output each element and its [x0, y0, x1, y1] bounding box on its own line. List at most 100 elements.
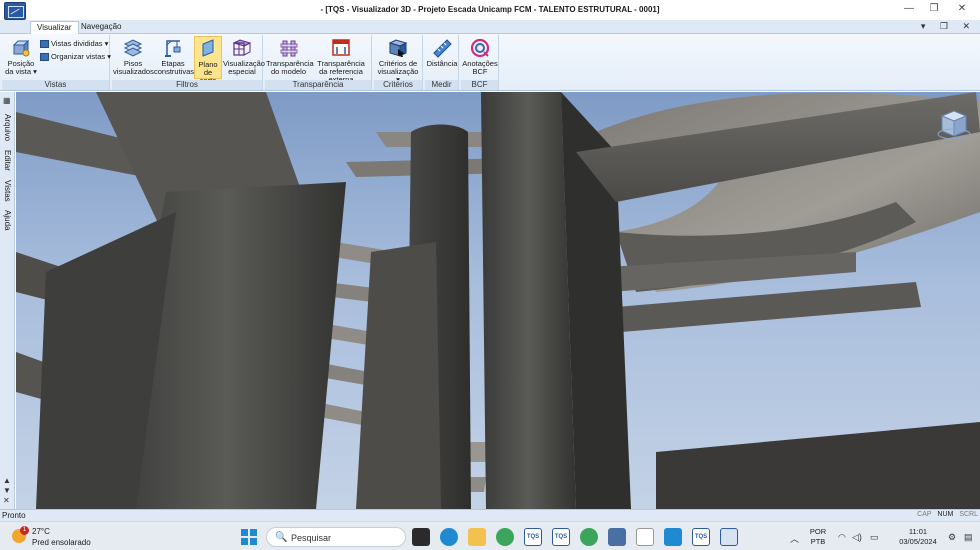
external-reference-icon: [332, 39, 350, 56]
vistas-divididas-button[interactable]: Vistas divididas ▾: [40, 38, 108, 49]
cap-indicator: CAP: [917, 511, 932, 518]
3d-viewport[interactable]: [16, 92, 980, 509]
especial-label: Visualização especial: [223, 59, 265, 76]
group-transparencia: Transparência do modelo Transparência da…: [265, 35, 372, 90]
language-indicator[interactable]: POR: [806, 527, 830, 536]
start-tile-icon: [250, 529, 257, 536]
start-tile-icon: [241, 538, 248, 545]
dock-scroll-up-icon[interactable]: ▲: [3, 476, 11, 485]
search-icon: 🔍: [275, 532, 288, 543]
clock-time[interactable]: 11:01: [896, 527, 940, 536]
calculator-icon[interactable]: [608, 528, 626, 546]
chrome-browser-icon[interactable]: [496, 528, 514, 546]
close-button[interactable]: ✕: [950, 2, 974, 16]
dock-pin-icon[interactable]: ▦: [3, 96, 11, 105]
file-explorer-icon[interactable]: [468, 528, 486, 546]
battery-icon[interactable]: ▭: [870, 532, 879, 543]
group-label-filtros: Filtros: [112, 80, 262, 90]
group-medir: Distância Medir: [425, 35, 459, 90]
maximize-button[interactable]: ❐: [922, 2, 946, 16]
task-view-icon[interactable]: [412, 528, 430, 546]
left-dock-panel: ▦ Arquivo Editar Vistas Ajuda ▲ ▼ ✕: [0, 92, 15, 509]
dock-item-arquivo[interactable]: Arquivo: [3, 114, 12, 141]
group-label-criterios: Critérios: [374, 80, 422, 90]
dock-item-ajuda[interactable]: Ajuda: [3, 210, 12, 230]
3d-scene: [16, 92, 980, 509]
dock-item-vistas[interactable]: Vistas: [3, 180, 12, 202]
chrome-profile-icon[interactable]: [580, 528, 598, 546]
transparencia-referencia-externa-button[interactable]: Transparência da referencia externa: [312, 36, 370, 84]
distancia-button[interactable]: Distância: [426, 36, 458, 79]
group-label-medir: Medir: [425, 80, 458, 90]
plano-de-corte-button[interactable]: Plano de corte: [194, 36, 222, 85]
arrange-views-icon: [40, 53, 49, 62]
group-label-vistas: Vistas: [2, 80, 109, 90]
ribbon-tab-bar: Visualizar Navegação ▾ ❐ ✕: [0, 20, 980, 34]
notification-badge: 1: [20, 526, 29, 535]
vistas-divididas-label: Vistas divididas ▾: [51, 39, 109, 48]
transparencia-do-modelo-button[interactable]: Transparência do modelo: [266, 36, 314, 79]
scrl-indicator: SCRL: [959, 511, 978, 518]
settings-gear-icon[interactable]: ⚙: [948, 532, 956, 543]
tqs-app-icon[interactable]: TQS: [692, 528, 710, 546]
mdi-window-controls[interactable]: ▾ ❐ ✕: [921, 21, 976, 32]
clock-date[interactable]: 03/05/2024: [896, 537, 940, 546]
inner-column: [356, 242, 441, 509]
anotacoes-label: Anotações BCF: [462, 59, 498, 76]
group-label-transparencia: Transparência: [265, 80, 371, 90]
volume-icon[interactable]: ◁): [852, 532, 862, 543]
tqs-app-icon[interactable]: TQS: [524, 528, 542, 546]
tqs-app-icon[interactable]: TQS: [552, 528, 570, 546]
title-bar: - [TQS - Visualizador 3D - Projeto Escad…: [0, 0, 980, 20]
status-bar: Pronto CAP NUM SCRL: [0, 509, 980, 521]
floors-icon: [123, 39, 143, 57]
etapas-construtivas-button[interactable]: Etapas construtivas: [154, 36, 195, 79]
group-bcf: Anotações BCF BCF: [461, 35, 499, 90]
tab-visualizar[interactable]: Visualizar: [30, 21, 79, 34]
document-icon[interactable]: [636, 528, 654, 546]
dock-item-editar[interactable]: Editar: [3, 150, 12, 171]
application-window: - [TQS - Visualizador 3D - Projeto Escad…: [0, 0, 980, 550]
photos-icon[interactable]: [664, 528, 682, 546]
keyboard-layout-indicator[interactable]: PTB: [806, 537, 830, 546]
view-criteria-icon: [388, 39, 408, 57]
special-view-icon: [232, 39, 252, 56]
etapas-label: Etapas construtivas: [154, 59, 195, 76]
start-tile-icon: [250, 538, 257, 545]
tqs-viewer-icon[interactable]: [720, 528, 738, 546]
ribbon: Posição da vista ▾ Vistas divididas ▾ Or…: [0, 34, 980, 91]
group-label-bcf: BCF: [461, 80, 498, 90]
start-tile-icon: [241, 529, 248, 536]
weather-widget[interactable]: 1 27°C Pred ensolarado: [12, 526, 122, 548]
tab-navegacao[interactable]: Navegação: [75, 21, 127, 34]
edge-browser-icon[interactable]: [440, 528, 458, 546]
search-placeholder: Pesquisar: [291, 533, 332, 543]
modelo-label: Transparência do modelo: [266, 59, 314, 76]
wifi-icon[interactable]: ◠: [838, 532, 846, 543]
distancia-label: Distância: [426, 59, 458, 68]
view-cube-icon[interactable]: [936, 108, 972, 142]
dock-close-icon[interactable]: ✕: [3, 496, 10, 505]
criterios-de-visualizacao-button[interactable]: Critérios de visualização ▾: [375, 36, 421, 84]
taskbar-search[interactable]: 🔍 Pesquisar: [266, 527, 406, 547]
model-transparency-icon: [280, 40, 297, 57]
group-filtros: Pisos visualizados Etapas construtivas P…: [112, 35, 265, 90]
status-text: Pronto: [2, 511, 26, 520]
weather-temperature: 27°C: [32, 527, 50, 536]
notifications-icon[interactable]: ▤: [964, 532, 973, 543]
cutting-plane-icon: [202, 39, 214, 57]
tray-chevron-icon[interactable]: ︿: [790, 532, 799, 545]
windows-start-button[interactable]: [241, 529, 257, 545]
posicao-da-vista-button[interactable]: Posição da vista ▾: [4, 36, 38, 79]
pisos-visualizados-button[interactable]: Pisos visualizados: [113, 36, 154, 79]
window-title: - [TQS - Visualizador 3D - Projeto Escad…: [320, 5, 660, 14]
group-criterios: Critérios de visualização ▾ Critérios: [374, 35, 423, 90]
visualizacao-especial-button[interactable]: Visualização especial: [223, 36, 265, 79]
organizar-vistas-button[interactable]: Organizar vistas ▾: [40, 51, 111, 62]
weather-condition: Pred ensolarado: [32, 538, 91, 547]
ground-slab: [656, 422, 980, 509]
anotacoes-bcf-button[interactable]: Anotações BCF: [462, 36, 498, 79]
dock-scroll-down-icon[interactable]: ▼: [3, 486, 11, 495]
bcf-annotation-icon: [470, 38, 490, 58]
minimize-button[interactable]: —: [897, 2, 921, 16]
